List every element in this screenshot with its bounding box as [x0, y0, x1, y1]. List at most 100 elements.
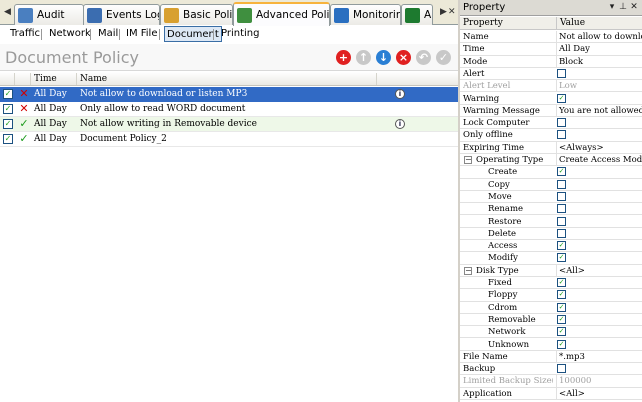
subtab-traffic[interactable]: Traffic	[8, 26, 42, 42]
close-icon[interactable]: ✕	[628, 1, 640, 14]
property-row-rename[interactable]: Rename	[460, 203, 642, 216]
property-value[interactable]: You are not allowed t...	[556, 104, 642, 117]
add-button[interactable]: +	[336, 50, 351, 65]
property-value[interactable]: <All>	[556, 264, 642, 277]
property-row-alert[interactable]: Alert	[460, 68, 642, 81]
property-checkbox[interactable]: ✓	[557, 167, 566, 177]
property-row-alert-level[interactable]: Alert Level Low	[460, 80, 642, 93]
property-checkbox[interactable]: ✓	[557, 314, 566, 324]
property-value[interactable]: 100000	[556, 375, 642, 388]
property-row-cdrom[interactable]: Cdrom ✓	[460, 302, 642, 314]
property-row-floppy[interactable]: Floppy ✓	[460, 289, 642, 302]
property-checkbox[interactable]	[557, 228, 566, 238]
tab-label: Events Log	[106, 9, 160, 21]
property-checkbox[interactable]: ✓	[557, 93, 566, 103]
property-value[interactable]: Block	[556, 55, 642, 68]
property-row-copy[interactable]: Copy	[460, 179, 642, 191]
table-row[interactable]: ✓ ✕ All Day Only allow to read WORD documen…	[0, 102, 458, 117]
column-header-name[interactable]: Name	[77, 73, 377, 85]
scroll-right-icon[interactable]: ▶	[440, 7, 447, 17]
subtab-network[interactable]: Network	[47, 26, 93, 42]
property-row-modify[interactable]: Modify ✓	[460, 252, 642, 265]
property-checkbox[interactable]: ✓	[557, 241, 566, 251]
property-checkbox[interactable]	[557, 118, 566, 128]
tab-audit[interactable]: Audit	[14, 4, 84, 25]
property-checkbox[interactable]: ✓	[557, 290, 566, 300]
property-row-operating-type[interactable]: −Operating Type Create Access Modify	[460, 154, 642, 167]
property-checkbox[interactable]	[557, 68, 566, 78]
property-row-time[interactable]: Time All Day	[460, 43, 642, 56]
scroll-left-icon[interactable]: ◀	[4, 7, 11, 17]
move-down-button[interactable]: ↓	[376, 50, 391, 65]
tab-monitoring[interactable]: Monitoring	[330, 4, 401, 25]
property-row-disk-type[interactable]: − Disk Type <All>	[460, 264, 642, 277]
move-up-button[interactable]: ↑	[356, 50, 371, 65]
property-row-file-name[interactable]: File Name *.mp3	[460, 350, 642, 364]
property-row-lock-computer[interactable]: Lock Computer	[460, 117, 642, 130]
value-column-header: Value	[556, 17, 642, 30]
property-checkbox[interactable]	[557, 179, 566, 189]
info-icon[interactable]: i	[395, 89, 405, 99]
property-row-removable[interactable]: Removable ✓	[460, 314, 642, 327]
property-row-mode[interactable]: Mode Block	[460, 55, 642, 68]
undo-button[interactable]: ↶	[416, 50, 431, 65]
property-value[interactable]: Not allow to downloa...	[556, 31, 642, 43]
property-row-move[interactable]: Move	[460, 191, 642, 204]
property-row-application[interactable]: Application <All>	[460, 387, 642, 400]
table-row[interactable]: ✓ ✓ All Day Not allow writing in Removable …	[0, 117, 458, 132]
tab-a[interactable]: A...	[401, 4, 433, 25]
close-tab-icon[interactable]: ✕	[448, 7, 456, 17]
property-row-create[interactable]: Create ✓	[460, 166, 642, 179]
property-checkbox[interactable]	[557, 364, 566, 374]
apply-button[interactable]: ✓	[436, 50, 451, 65]
property-checkbox[interactable]: ✓	[557, 253, 566, 263]
property-row-name[interactable]: Name Not allow to downloa...	[460, 31, 642, 44]
subtab-im-file[interactable]: IM File	[124, 26, 160, 42]
property-row-restore[interactable]: Restore	[460, 216, 642, 228]
subtab-mail[interactable]: Mail	[96, 26, 120, 42]
property-row-only-offline[interactable]: Only offline	[460, 129, 642, 142]
property-checkbox[interactable]: ✓	[557, 302, 566, 312]
property-row-warning-message[interactable]: Warning Message You are not allowed t...	[460, 104, 642, 118]
delete-button[interactable]: ×	[396, 50, 411, 65]
property-value[interactable]: Create Access Modify	[556, 154, 642, 166]
subtab-printing[interactable]: Printing	[219, 26, 261, 42]
events-log-icon	[87, 7, 102, 23]
property-checkbox[interactable]	[557, 216, 566, 226]
property-checkbox[interactable]: ✓	[557, 339, 566, 349]
property-row-expiring-time[interactable]: Expiring Time <Always>	[460, 141, 642, 154]
column-header-time[interactable]: Time	[31, 73, 77, 85]
table-row[interactable]: ✓ ✓ All Day Document Policy_2	[0, 132, 458, 147]
property-value[interactable]: *.mp3	[556, 350, 642, 363]
table-row[interactable]: ✓ ✕ All Day Not allow to download or listen…	[0, 87, 458, 102]
property-value[interactable]: All Day	[556, 43, 642, 56]
property-checkbox[interactable]	[557, 204, 566, 214]
tab-advanced-policy[interactable]: Advanced Policy	[233, 2, 330, 26]
policy-time: All Day	[34, 104, 67, 114]
property-value[interactable]: <Always>	[556, 141, 642, 154]
enable-checkbox[interactable]: ✓	[3, 89, 13, 99]
property-row-network[interactable]: Network ✓	[460, 326, 642, 339]
property-checkbox[interactable]: ✓	[557, 278, 566, 287]
enable-checkbox[interactable]: ✓	[3, 119, 13, 129]
property-row-delete[interactable]: Delete	[460, 228, 642, 241]
property-row-backup[interactable]: Backup	[460, 363, 642, 376]
collapse-icon[interactable]: −	[464, 266, 472, 275]
policy-table: Time Name ✓ ✕ All Day Not allow to download…	[0, 72, 458, 402]
enable-checkbox[interactable]: ✓	[3, 134, 13, 144]
tab-events-log[interactable]: Events Log	[83, 4, 160, 25]
property-row-limited-backup-size[interactable]: Limited Backup Size(...100000	[460, 375, 642, 388]
property-row-fixed[interactable]: Fixed ✓	[460, 277, 642, 290]
info-icon[interactable]: i	[395, 119, 405, 129]
property-value[interactable]: Low	[556, 80, 642, 93]
property-row-warning[interactable]: Warning ✓	[460, 93, 642, 105]
property-checkbox[interactable]	[557, 191, 566, 201]
tab-basic-policy[interactable]: Basic Policy	[160, 4, 233, 25]
property-checkbox[interactable]: ✓	[557, 327, 566, 337]
collapse-icon[interactable]: −	[464, 156, 472, 164]
property-row-unknown[interactable]: Unknown ✓	[460, 339, 642, 351]
enable-checkbox[interactable]: ✓	[3, 104, 13, 114]
property-row-access[interactable]: Access ✓	[460, 240, 642, 253]
property-value[interactable]: <All>	[556, 387, 642, 400]
property-checkbox[interactable]	[557, 130, 566, 140]
